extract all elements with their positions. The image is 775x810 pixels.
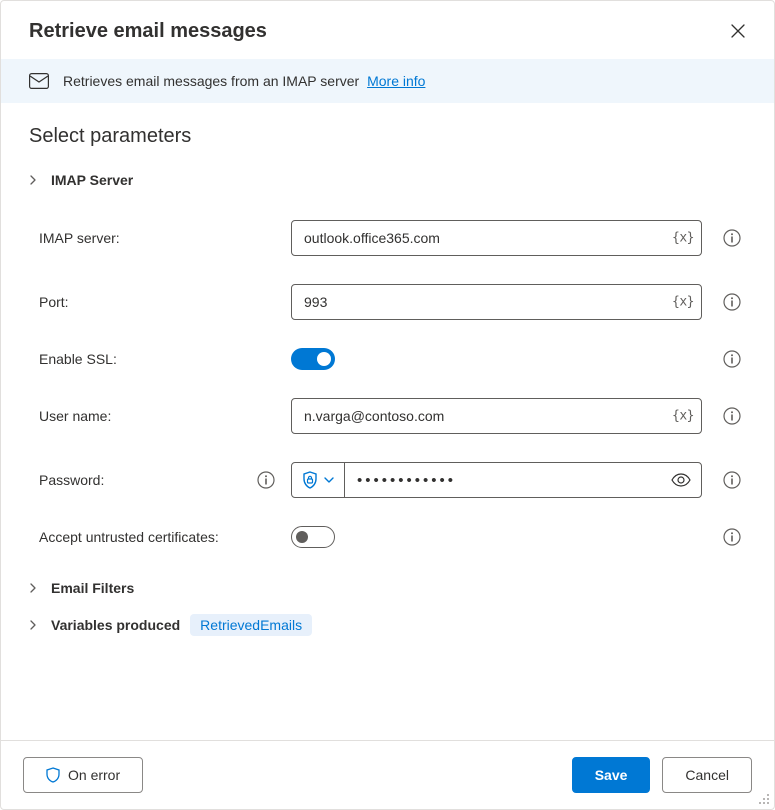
on-error-button[interactable]: On error (23, 757, 143, 793)
enable-ssl-label: Enable SSL: (39, 351, 275, 367)
fx-button[interactable]: {x} (672, 231, 694, 246)
port-label: Port: (39, 294, 275, 310)
field-password: Password: (39, 448, 746, 512)
dialog-content: Select parameters IMAP Server IMAP serve… (1, 103, 774, 740)
reveal-password-button[interactable] (661, 463, 701, 497)
info-icon[interactable] (718, 471, 746, 489)
info-icon[interactable] (718, 229, 746, 247)
fx-button[interactable]: {x} (672, 295, 694, 310)
port-input[interactable] (291, 284, 702, 320)
field-enable-ssl: Enable SSL: (39, 334, 746, 384)
info-icon[interactable] (718, 350, 746, 368)
chevron-right-icon (25, 172, 41, 188)
retrieve-email-dialog: Retrieve email messages Retrieves email … (0, 0, 775, 810)
resize-grip-icon[interactable] (758, 793, 770, 805)
more-info-link[interactable]: More info (367, 73, 425, 89)
field-port: Port: {x} (39, 270, 746, 334)
banner-text: Retrieves email messages from an IMAP se… (63, 73, 425, 89)
chevron-down-icon (324, 475, 334, 485)
chevron-right-icon (25, 580, 41, 596)
close-button[interactable] (724, 17, 752, 45)
variable-chip-retrieved-emails[interactable]: RetrievedEmails (190, 614, 312, 636)
cancel-button[interactable]: Cancel (662, 757, 752, 793)
group-variables-label: Variables produced (51, 617, 180, 633)
save-button[interactable]: Save (572, 757, 651, 793)
shield-lock-icon (302, 471, 318, 489)
enable-ssl-toggle[interactable] (291, 348, 335, 370)
imap-server-label: IMAP server: (39, 230, 275, 246)
username-label: User name: (39, 408, 275, 424)
imap-fields: IMAP server: {x} Port: {x} (29, 206, 746, 580)
fx-button[interactable]: {x} (672, 409, 694, 424)
eye-icon (671, 473, 691, 487)
field-accept-untrusted: Accept untrusted certificates: (39, 512, 746, 562)
chevron-right-icon (25, 617, 41, 633)
dialog-footer: On error Save Cancel (1, 740, 774, 809)
group-variables-produced[interactable]: Variables produced RetrievedEmails (25, 614, 746, 636)
shield-icon (46, 767, 60, 783)
info-icon[interactable] (718, 407, 746, 425)
group-imap-label: IMAP Server (51, 172, 133, 188)
accept-untrusted-label: Accept untrusted certificates: (39, 529, 275, 545)
username-input[interactable] (291, 398, 702, 434)
accept-untrusted-toggle[interactable] (291, 526, 335, 548)
dialog-title: Retrieve email messages (29, 20, 267, 43)
group-email-filters[interactable]: Email Filters (25, 580, 746, 596)
section-heading: Select parameters (29, 125, 746, 148)
dialog-header: Retrieve email messages (1, 1, 774, 59)
credential-picker-button[interactable] (292, 463, 345, 497)
field-imap-server: IMAP server: {x} (39, 206, 746, 270)
info-banner: Retrieves email messages from an IMAP se… (1, 59, 774, 103)
info-icon[interactable] (718, 293, 746, 311)
password-group (291, 462, 702, 498)
info-icon[interactable] (257, 471, 275, 489)
password-input[interactable] (345, 463, 661, 497)
field-username: User name: {x} (39, 384, 746, 448)
group-imap-server[interactable]: IMAP Server (25, 172, 746, 188)
close-icon (731, 24, 745, 38)
password-label: Password: (39, 471, 275, 489)
imap-server-input[interactable] (291, 220, 702, 256)
group-filters-label: Email Filters (51, 580, 134, 596)
info-icon[interactable] (718, 528, 746, 546)
mail-icon (29, 73, 49, 89)
